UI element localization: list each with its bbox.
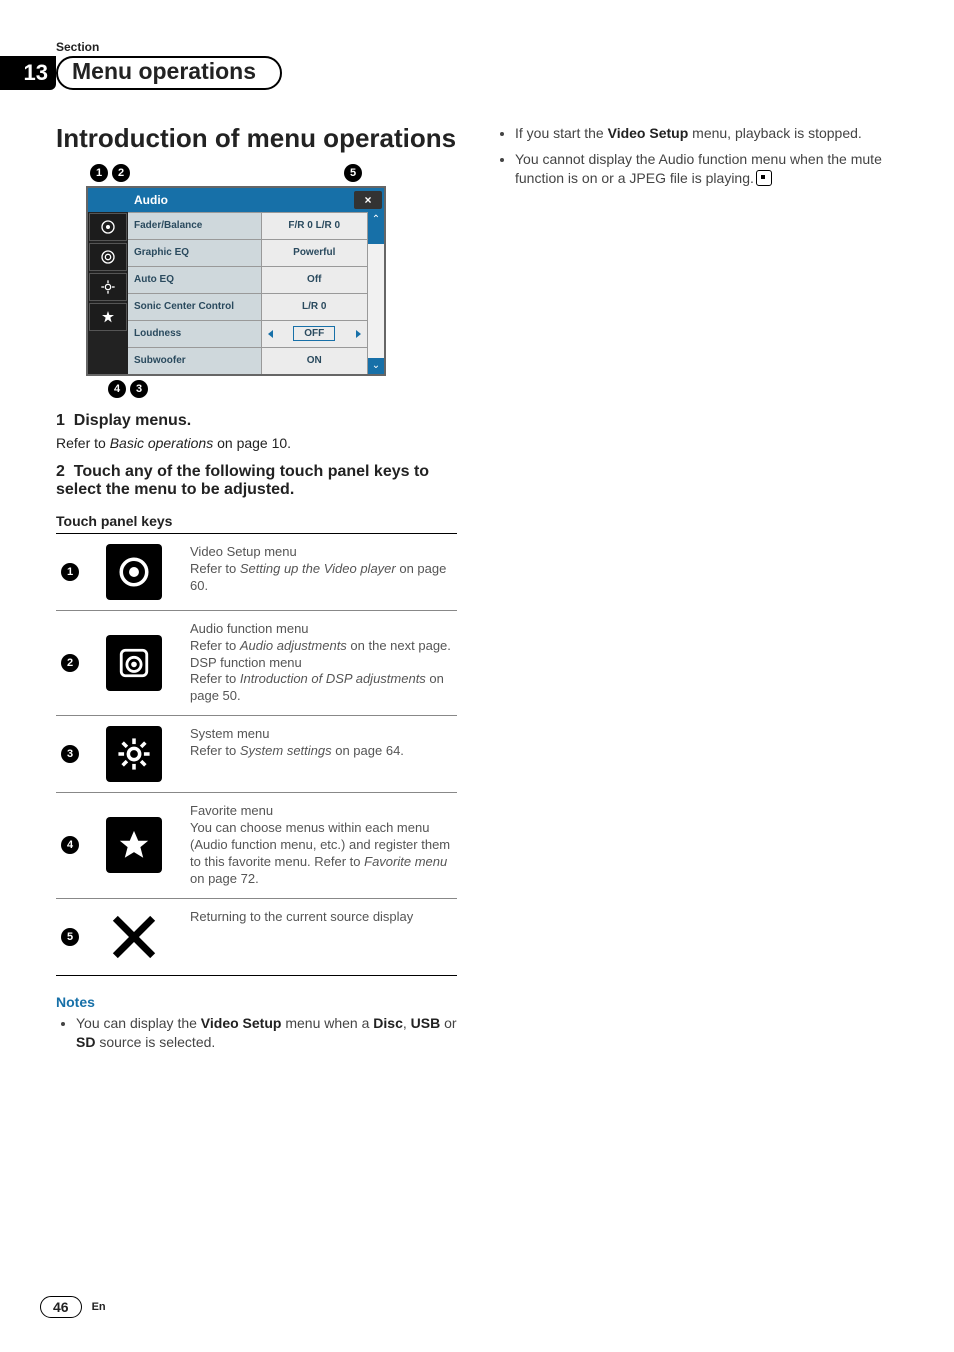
menu-row-value[interactable]: Off <box>262 267 367 293</box>
callout-4: 4 <box>108 380 126 398</box>
callout-1: 1 <box>90 164 108 182</box>
scroll-thumb[interactable] <box>368 228 384 244</box>
menu-diagram: 125 Audio × Fader/Balan <box>86 164 386 402</box>
left-column: Introduction of menu operations 125 Audi… <box>56 124 457 1055</box>
note-item: If you start the Video Setup menu, playb… <box>515 124 898 144</box>
menu-row-value[interactable]: OFF <box>262 321 367 347</box>
side-icons <box>88 212 128 374</box>
scrollbar[interactable]: ⌃ ⌄ <box>367 212 384 374</box>
menu-row[interactable]: SubwooferON <box>128 347 367 374</box>
side-speaker-icon[interactable] <box>89 243 127 271</box>
row-description: System menuRefer to System settings on p… <box>184 726 457 782</box>
note-item: You can display the Video Setup menu whe… <box>76 1014 457 1052</box>
row-marker: 2 <box>61 654 79 672</box>
touch-panel-table: 1 Video Setup menuRefer to Setting up the… <box>56 533 457 976</box>
callout-5: 5 <box>344 164 362 182</box>
table-row: 4 Favorite menuYou can choose menus withi… <box>56 792 457 897</box>
table-row: 3 System menuRefer to System settings on … <box>56 715 457 792</box>
row-marker: 5 <box>61 928 79 946</box>
row-description: Favorite menuYou can choose menus within… <box>184 803 457 887</box>
close-icon[interactable]: × <box>354 191 382 209</box>
menu-row-name: Auto EQ <box>128 267 262 293</box>
device-screenshot: Audio × Fader/BalanceF/R 0 L/R 0Graphic … <box>86 186 386 376</box>
device-header: Audio × <box>88 188 384 212</box>
notes-list-right: If you start the Video Setup menu, playb… <box>497 124 898 189</box>
menu-row-name: Loudness <box>128 321 262 347</box>
row-marker: 1 <box>61 563 79 581</box>
row-description: Audio function menuRefer to Audio adjust… <box>184 621 457 705</box>
right-column: If you start the Video Setup menu, playb… <box>497 124 898 1055</box>
notes-heading: Notes <box>56 994 457 1010</box>
section-number-badge: 13 <box>0 56 56 90</box>
section-label: Section <box>56 40 898 54</box>
row-marker: 3 <box>61 745 79 763</box>
side-gear-icon[interactable] <box>89 273 127 301</box>
scroll-up-icon[interactable]: ⌃ <box>368 212 384 228</box>
menu-row-value[interactable]: F/R 0 L/R 0 <box>262 213 367 239</box>
menu-row[interactable]: Sonic Center ControlL/R 0 <box>128 293 367 320</box>
side-star-icon[interactable] <box>89 303 127 331</box>
menu-row[interactable]: Fader/BalanceF/R 0 L/R 0 <box>128 212 367 239</box>
speaker-icon[interactable] <box>84 621 184 705</box>
menu-row-value[interactable]: L/R 0 <box>262 294 367 320</box>
menu-row[interactable]: Auto EQOff <box>128 266 367 293</box>
menu-row-name: Subwoofer <box>128 348 262 374</box>
side-disc-icon[interactable] <box>89 213 127 241</box>
menu-row[interactable]: LoudnessOFF <box>128 320 367 347</box>
notes-list-left: You can display the Video Setup menu whe… <box>56 1014 457 1052</box>
language-label: En <box>92 1301 106 1313</box>
table-row: 5 Returning to the current source display <box>56 898 457 975</box>
row-marker: 4 <box>61 836 79 854</box>
scroll-down-icon[interactable]: ⌄ <box>368 358 384 374</box>
main-heading: Introduction of menu operations <box>56 124 457 154</box>
menu-row[interactable]: Graphic EQPowerful <box>128 239 367 266</box>
menu-row-name: Fader/Balance <box>128 213 262 239</box>
page-footer: 46 En <box>40 1296 106 1318</box>
chapter-frame: Menu operations <box>56 56 282 90</box>
stop-icon <box>756 170 772 186</box>
menu-row-value[interactable]: ON <box>262 348 367 374</box>
gear-icon[interactable] <box>84 726 184 782</box>
row-description: Returning to the current source display <box>184 909 457 965</box>
page: Section 13 Menu operations Introduction … <box>0 0 954 1352</box>
step-body: Refer to Basic operations on page 10. <box>56 434 457 453</box>
touch-panel-heading: Touch panel keys <box>56 513 457 529</box>
table-row: 2 Audio function menuRefer to Audio adjus… <box>56 610 457 715</box>
chapter-title: Menu operations <box>72 58 256 84</box>
callout-2: 2 <box>112 164 130 182</box>
step: 2 Touch any of the following touch panel… <box>56 463 457 499</box>
chapter-header: 13 Menu operations <box>56 56 898 90</box>
note-item: You cannot display the Audio function me… <box>515 150 898 189</box>
row-description: Video Setup menuRefer to Setting up the … <box>184 544 457 600</box>
menu-row-name: Sonic Center Control <box>128 294 262 320</box>
disc-icon[interactable] <box>84 544 184 600</box>
menu-row-name: Graphic EQ <box>128 240 262 266</box>
step: 1 Display menus. <box>56 412 457 430</box>
callout-3: 3 <box>130 380 148 398</box>
close-icon[interactable] <box>84 909 184 965</box>
menu-row-value[interactable]: Powerful <box>262 240 367 266</box>
table-row: 1 Video Setup menuRefer to Setting up the… <box>56 534 457 610</box>
page-number: 46 <box>40 1296 82 1318</box>
device-title: Audio <box>128 193 352 207</box>
star-icon[interactable] <box>84 803 184 887</box>
